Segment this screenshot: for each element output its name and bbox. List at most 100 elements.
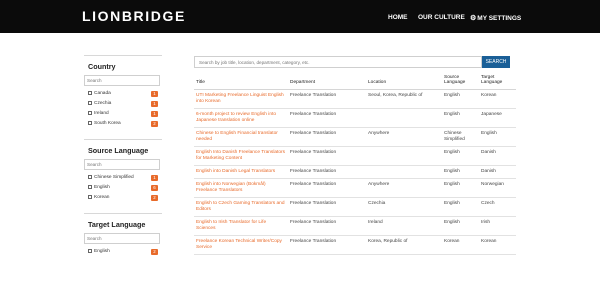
nav-home[interactable]: HOME: [388, 14, 408, 21]
country-option-canada[interactable]: Canada 1: [84, 89, 162, 99]
job-department: Freelance Translation: [288, 165, 366, 179]
job-location: Czechia: [366, 197, 442, 217]
column-header-source-language[interactable]: Source Language: [442, 73, 479, 90]
option-label: Czechia: [94, 101, 112, 106]
job-target-language: Japanese: [479, 108, 516, 128]
source-language-filter-panel: Source Language Chinese Simplified 1 Engl…: [84, 139, 162, 203]
count-badge: 1: [151, 91, 158, 97]
checkbox[interactable]: [88, 248, 92, 253]
count-badge: 2: [151, 121, 158, 127]
table-row: English to Irish Translator for Life Sci…: [194, 216, 516, 236]
job-source-language: English: [442, 197, 479, 217]
checkbox[interactable]: [88, 120, 92, 125]
source-option-chinese-simplified[interactable]: Chinese Simplified 1: [84, 173, 162, 183]
job-listings-table: Title Department Location Source Languag…: [194, 73, 516, 255]
option-label: South Korea: [94, 121, 121, 126]
job-target-language: Norwegian: [479, 178, 516, 198]
job-location: Anywhere: [366, 178, 442, 198]
target-option-english[interactable]: English 2: [84, 247, 162, 257]
nav-our-culture[interactable]: OUR CULTURE: [418, 14, 465, 21]
job-target-language: Czech: [479, 197, 516, 217]
column-header-department[interactable]: Department: [288, 73, 366, 90]
job-search-bar: SEARCH: [194, 56, 516, 68]
count-badge: 2: [151, 195, 158, 201]
job-department: Freelance Translation: [288, 89, 366, 109]
job-location: Ireland: [366, 216, 442, 236]
job-target-language: Korean: [479, 89, 516, 109]
job-department: Freelance Translation: [288, 127, 366, 147]
source-language-filter-title: Source Language: [88, 146, 149, 155]
table-row: English to Czech Gaming Translators and …: [194, 197, 516, 217]
job-source-language: English: [442, 178, 479, 198]
job-title-link[interactable]: English into Norwegian (Bokmål) Freelanc…: [194, 178, 288, 198]
checkbox[interactable]: [88, 110, 92, 115]
job-target-language: Irish: [479, 216, 516, 236]
search-button[interactable]: SEARCH: [482, 56, 510, 68]
country-search-input[interactable]: [84, 75, 160, 86]
column-header-location[interactable]: Location: [366, 73, 442, 90]
option-label: English: [94, 249, 110, 254]
job-title-link[interactable]: English to Irish Translator for Life Sci…: [194, 216, 288, 236]
job-title-link[interactable]: Chinese to English Financial translator …: [194, 127, 288, 147]
country-filter-title: Country: [88, 62, 116, 71]
job-location: Anywhere: [366, 127, 442, 147]
job-department: Freelance Translation: [288, 197, 366, 217]
country-option-ireland[interactable]: Ireland 1: [84, 109, 162, 119]
job-location: [366, 146, 442, 166]
count-badge: 2: [151, 249, 158, 255]
source-language-search-input[interactable]: [84, 159, 160, 170]
job-department: Freelance Translation: [288, 146, 366, 166]
job-department: Freelance Translation: [288, 216, 366, 236]
option-label: Canada: [94, 91, 111, 96]
job-source-language: English: [442, 108, 479, 128]
column-header-target-language[interactable]: Target Language: [479, 73, 516, 90]
job-title-link[interactable]: English Into Danish Freelance Translator…: [194, 146, 288, 166]
job-location: Seoul, Korea, Republic of: [366, 89, 442, 109]
filter-sidebar: Country Canada 1 Czechia 1 Ireland 1 South …: [84, 55, 162, 267]
job-department: Freelance Translation: [288, 108, 366, 128]
source-option-korean[interactable]: Korean 2: [84, 193, 162, 203]
checkbox[interactable]: [88, 90, 92, 95]
source-option-english[interactable]: English 6: [84, 183, 162, 193]
target-language-filter-panel: Target Language English 2: [84, 213, 162, 257]
table-row: English into Norwegian (Bokmål) Freelanc…: [194, 178, 516, 198]
job-source-language: English: [442, 89, 479, 109]
job-location: [366, 165, 442, 179]
column-header-title[interactable]: Title: [194, 73, 288, 90]
count-badge: 1: [151, 101, 158, 107]
country-option-south-korea[interactable]: South Korea 2: [84, 119, 162, 129]
job-location: [366, 108, 442, 128]
checkbox[interactable]: [88, 100, 92, 105]
lionbridge-logo[interactable]: LIONBRIDGE: [82, 8, 186, 24]
job-title-link[interactable]: 6-month project to review English into J…: [194, 108, 288, 128]
job-department: Freelance Translation: [288, 235, 366, 255]
job-title-link[interactable]: English to Czech Gaming Translators and …: [194, 197, 288, 217]
job-title-link[interactable]: Freelance Korean Technical Writer/Copy S…: [194, 235, 288, 255]
option-label: Ireland: [94, 111, 109, 116]
count-badge: 6: [151, 185, 158, 191]
top-navigation-bar: LIONBRIDGE HOME OUR CULTURE ⚙MY SETTINGS: [0, 0, 600, 33]
count-badge: 1: [151, 111, 158, 117]
table-row: Chinese to English Financial translator …: [194, 127, 516, 147]
checkbox[interactable]: [88, 174, 92, 179]
checkbox[interactable]: [88, 194, 92, 199]
job-title-link[interactable]: UTI Marketing Freelance Linguist English…: [194, 89, 288, 109]
target-language-filter-title: Target Language: [88, 220, 146, 229]
country-filter-panel: Country Canada 1 Czechia 1 Ireland 1 South …: [84, 55, 162, 129]
job-source-language: Korean: [442, 235, 479, 255]
table-header-row: Title Department Location Source Languag…: [194, 73, 516, 90]
job-title-link[interactable]: English into Danish Legal Translators: [194, 165, 288, 179]
checkbox[interactable]: [88, 184, 92, 189]
table-row: English Into Danish Freelance Translator…: [194, 146, 516, 166]
country-option-czechia[interactable]: Czechia 1: [84, 99, 162, 109]
job-target-language: Danish: [479, 165, 516, 179]
nav-my-settings[interactable]: ⚙MY SETTINGS: [470, 14, 521, 22]
option-label: English: [94, 185, 110, 190]
table-row: UTI Marketing Freelance Linguist English…: [194, 89, 516, 109]
target-language-search-input[interactable]: [84, 233, 160, 244]
job-source-language: English: [442, 146, 479, 166]
option-label: Chinese Simplified: [94, 175, 134, 180]
job-search-input[interactable]: [194, 56, 482, 68]
nav-my-settings-label: MY SETTINGS: [477, 15, 522, 22]
gear-icon: ⚙: [470, 15, 477, 22]
